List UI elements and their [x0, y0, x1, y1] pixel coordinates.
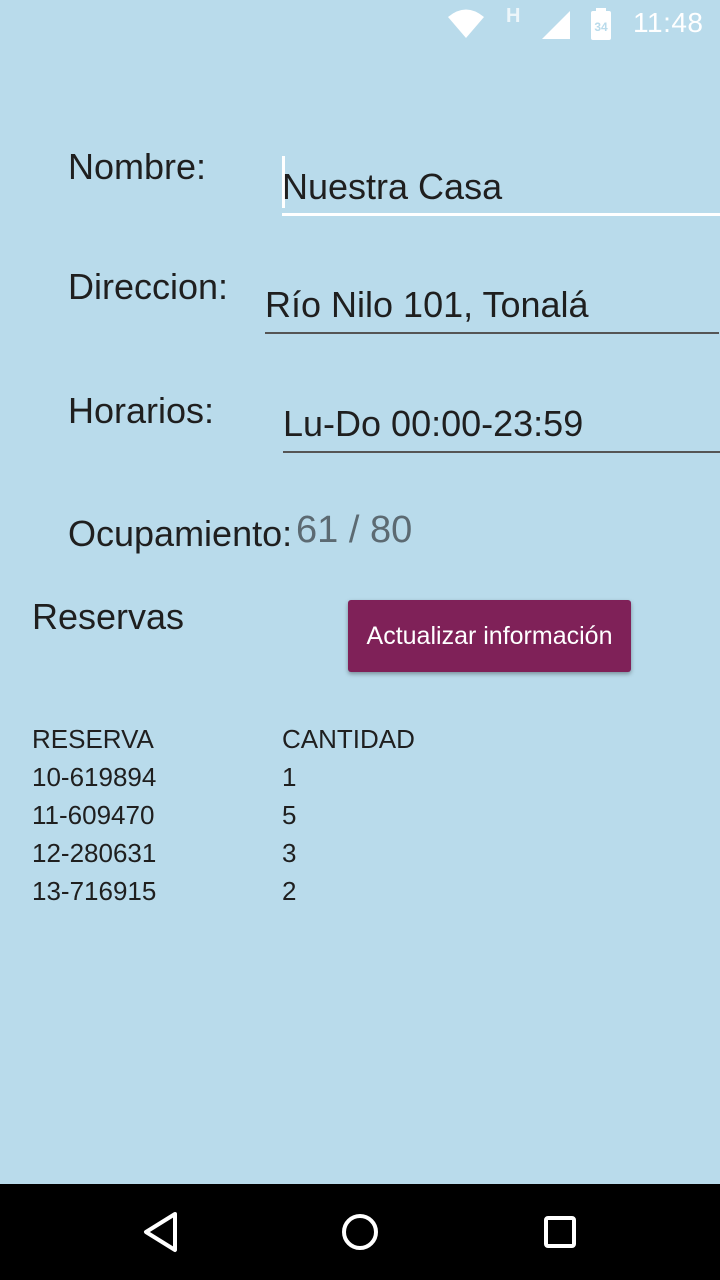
column-header-reserva: RESERVA: [32, 724, 154, 754]
battery-level: 34: [594, 20, 608, 34]
reservas-title: Reservas: [32, 596, 185, 637]
navigation-bar: [0, 1184, 720, 1280]
cantidad-cell: 5: [282, 800, 297, 830]
ocupamiento-label: Ocupamiento:: [68, 513, 293, 554]
reserva-cell: 11-609470: [32, 800, 155, 830]
direccion-underline: [265, 332, 719, 334]
wifi-icon: [447, 8, 485, 45]
direccion-label: Direccion:: [68, 266, 229, 307]
nombre-value: Nuestra Casa: [282, 166, 503, 207]
nombre-underline: [282, 213, 720, 216]
signal-icon: [540, 10, 572, 45]
reserva-cell: 13-716915: [32, 876, 157, 906]
battery-icon: 34: [590, 8, 612, 45]
recent-apps-icon[interactable]: [540, 1210, 580, 1259]
nombre-input[interactable]: Nuestra Casa: [282, 156, 720, 216]
horarios-underline: [283, 451, 720, 453]
cantidad-cell: 1: [282, 762, 297, 792]
back-icon[interactable]: [140, 1210, 180, 1259]
direccion-value: Río Nilo 101, Tonalá: [265, 284, 589, 325]
network-type-indicator: H: [506, 5, 521, 27]
nombre-label: Nombre:: [68, 146, 207, 187]
status-bar: H 34 11:48: [0, 0, 720, 50]
horarios-value: Lu-Do 00:00-23:59: [283, 403, 584, 444]
horarios-label: Horarios:: [68, 390, 215, 431]
column-header-cantidad: CANTIDAD: [282, 724, 415, 754]
status-clock: 11:48: [633, 7, 704, 38]
actualizar-informacion-button[interactable]: Actualizar información: [348, 600, 631, 672]
horarios-input[interactable]: Lu-Do 00:00-23:59: [283, 393, 720, 453]
cantidad-cell: 3: [282, 838, 297, 868]
cantidad-cell: 2: [282, 876, 297, 906]
ocupamiento-value: 61 / 80: [296, 509, 413, 551]
reserva-cell: 12-280631: [32, 838, 157, 868]
home-icon[interactable]: [340, 1210, 380, 1259]
direccion-input[interactable]: Río Nilo 101, Tonalá: [265, 274, 719, 334]
reserva-cell: 10-619894: [32, 762, 157, 792]
